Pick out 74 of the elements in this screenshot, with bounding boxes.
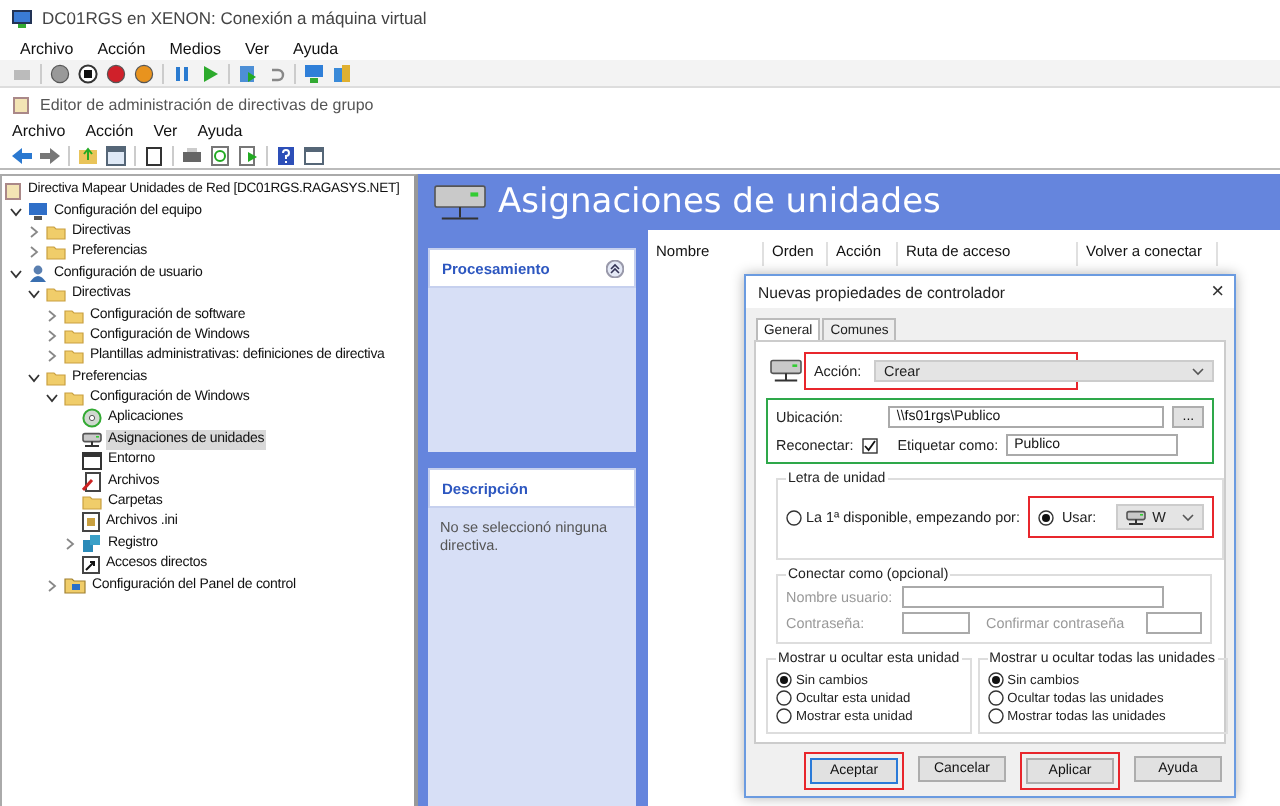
close-button[interactable]: × <box>1211 282 1224 302</box>
menu-item[interactable]: Ayuda <box>293 39 339 57</box>
monitor-icon <box>12 9 32 27</box>
password-field[interactable] <box>902 612 970 634</box>
user-icon <box>28 264 48 283</box>
menu-item[interactable]: Archivo <box>12 121 66 139</box>
chevron-right-icon[interactable] <box>46 350 58 363</box>
console-tree-icon[interactable] <box>106 145 126 165</box>
menu-item[interactable]: Medios <box>169 39 221 57</box>
chevron-right-icon[interactable] <box>28 225 40 238</box>
drive-icon <box>1126 509 1147 525</box>
forward-arrow-icon[interactable] <box>40 145 60 165</box>
radio-button[interactable] <box>776 690 792 706</box>
window-title: DC01RGS en XENON: Conexión a máquina virtual <box>42 8 427 28</box>
chevron-right-icon[interactable] <box>46 309 58 322</box>
folder-up-icon[interactable] <box>78 145 98 165</box>
username-field[interactable] <box>902 586 1164 608</box>
menu-item[interactable]: Acción <box>97 39 146 57</box>
shortcut-icon <box>82 555 100 574</box>
radio-button[interactable] <box>987 708 1004 724</box>
folder-icon <box>82 494 102 511</box>
shutdown-icon[interactable] <box>106 63 126 83</box>
registry-icon <box>82 533 102 554</box>
chevron-down-icon[interactable] <box>10 267 22 280</box>
menu-item[interactable]: Archivo <box>20 39 74 57</box>
radio-button[interactable] <box>987 690 1004 706</box>
network-screen-icon[interactable] <box>304 63 324 83</box>
disc-icon <box>82 408 102 429</box>
chevron-down-icon[interactable] <box>28 288 40 301</box>
page-title: Asignaciones de unidades <box>498 182 941 222</box>
policy-icon <box>4 181 22 200</box>
policy-icon <box>12 95 30 113</box>
help-icon[interactable] <box>276 145 296 165</box>
chevron-right-icon[interactable] <box>28 246 40 259</box>
reset-icon[interactable] <box>134 63 154 83</box>
drive-icon <box>434 181 486 223</box>
caret-icon <box>1182 513 1195 521</box>
chevron-down-icon[interactable] <box>28 371 40 384</box>
printer-icon[interactable] <box>182 145 202 165</box>
chevron-right-icon[interactable] <box>64 537 76 550</box>
ini-file-icon <box>82 512 100 533</box>
play-icon[interactable] <box>200 63 220 83</box>
collapse-icon <box>606 259 624 277</box>
chevron-right-icon[interactable] <box>46 329 58 342</box>
menu-item[interactable]: Ayuda <box>197 121 243 139</box>
control-panel-icon <box>64 576 86 595</box>
checkbox[interactable] <box>861 437 878 453</box>
confirm-password-field[interactable] <box>1146 612 1202 634</box>
chevron-down-icon[interactable] <box>10 205 22 218</box>
pause-icon[interactable] <box>172 63 192 83</box>
radio-button[interactable] <box>776 672 792 688</box>
refresh-icon[interactable] <box>210 145 230 165</box>
computer-icon <box>28 202 48 221</box>
radio-button[interactable] <box>776 708 792 724</box>
screen-icon <box>82 451 102 470</box>
checkpoint-icon[interactable] <box>238 63 258 83</box>
menu-item[interactable]: Ver <box>153 121 178 139</box>
drive-icon <box>770 358 802 384</box>
window-icon[interactable] <box>304 145 324 165</box>
menu-item[interactable]: Acción <box>85 121 134 139</box>
export-icon[interactable] <box>238 145 258 165</box>
stop-icon[interactable] <box>78 63 98 83</box>
menu-item[interactable]: Ver <box>245 39 270 57</box>
window-title: Editor de administración de directivas de grupo <box>40 95 374 113</box>
radio-button[interactable] <box>987 672 1004 688</box>
undo-icon[interactable] <box>266 63 286 83</box>
chevron-right-icon[interactable] <box>46 579 58 592</box>
back-arrow-icon[interactable] <box>12 145 32 165</box>
drive-icon <box>82 431 102 448</box>
file-icon <box>82 471 102 492</box>
caret-icon <box>1192 367 1204 375</box>
circle-icon[interactable] <box>50 63 70 83</box>
chevron-down-icon[interactable] <box>46 392 58 405</box>
usb-icon[interactable] <box>332 63 352 83</box>
